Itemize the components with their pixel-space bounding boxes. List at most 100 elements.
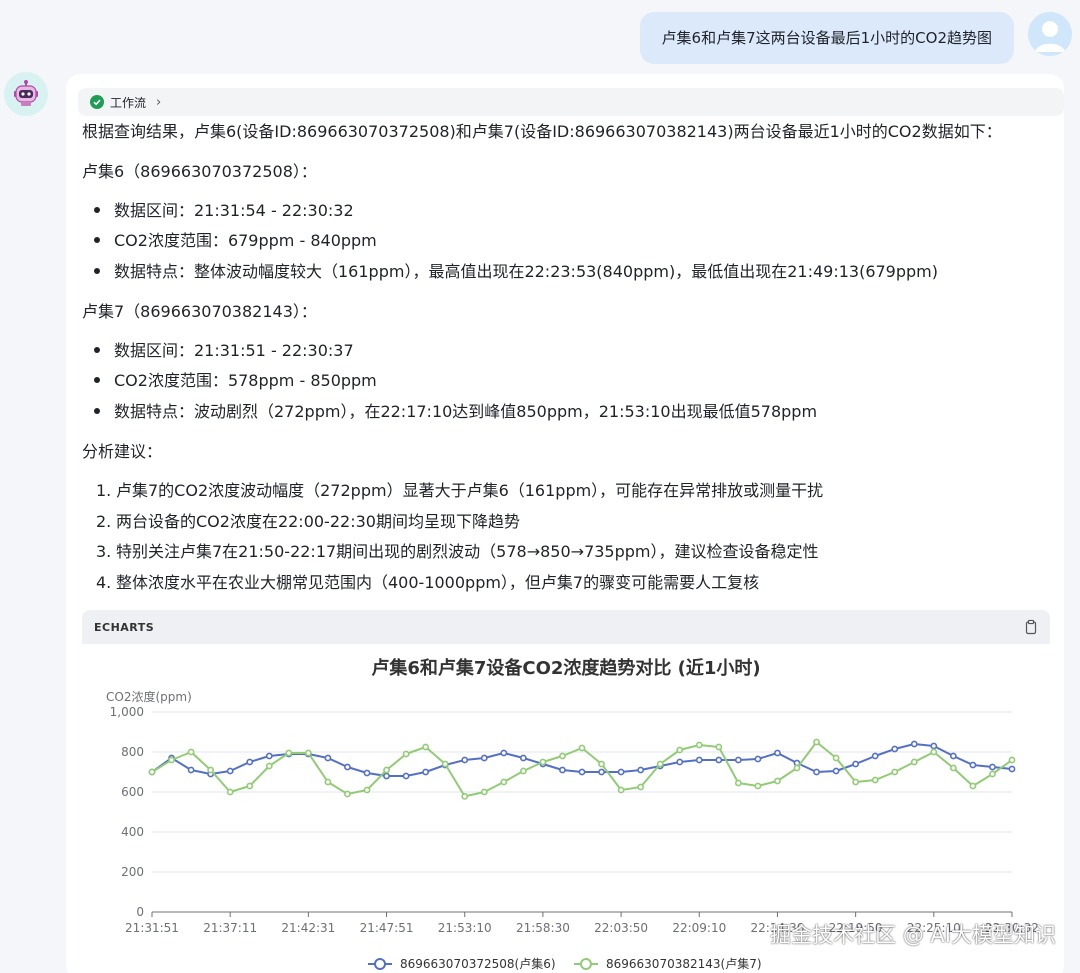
device7-bullet: CO2浓度范围：578ppm - 850ppm (94, 370, 377, 392)
data-point (793, 764, 801, 772)
robot-icon (14, 80, 38, 106)
data-point (480, 788, 488, 796)
y-axis-label: CO2浓度(ppm) (106, 689, 192, 704)
data-point (676, 746, 684, 754)
data-point (500, 778, 508, 786)
x-tick-label: 22:03:50 (594, 921, 648, 935)
copy-icon[interactable] (1024, 619, 1038, 635)
analysis-item: 3. 特别关注卢集7在21:50-22:17期间出现的剧烈波动（578→850→7… (96, 542, 819, 561)
x-tick-label: 21:53:10 (438, 921, 492, 935)
data-point (578, 744, 586, 752)
assistant-answer-card: 工作流 › 根据查询结果，卢集6(设备ID:869663070372508)和卢… (66, 74, 1064, 973)
x-tick-label: 21:42:31 (281, 921, 335, 935)
data-point (422, 743, 430, 751)
user-message-bubble: 卢集6和卢集7这两台设备最后1小时的CO2趋势图 (639, 12, 1014, 64)
analysis-heading: 分析建议： (82, 442, 163, 461)
data-point (187, 766, 195, 774)
data-point (637, 766, 645, 774)
data-point (852, 778, 860, 786)
data-point (832, 754, 840, 762)
data-point (207, 766, 215, 774)
data-point (383, 772, 390, 780)
data-point (813, 768, 820, 776)
x-tick-label: 21:58:30 (516, 921, 570, 935)
x-tick-label: 21:47:51 (360, 921, 414, 935)
data-point (989, 770, 996, 778)
data-point (734, 756, 742, 764)
device7-bullet: 数据特点：波动剧烈（272ppm），在22:17:10达到峰值850ppm，21… (94, 401, 817, 423)
data-point (754, 755, 762, 763)
y-tick-label: 800 (121, 745, 144, 759)
data-point (774, 749, 781, 757)
data-point (480, 754, 488, 762)
device7-bullet: 数据区间：21:31:51 - 22:30:37 (94, 340, 354, 362)
y-tick-label: 0 (136, 905, 144, 919)
data-point (949, 764, 957, 772)
data-point (637, 783, 645, 791)
data-point (226, 767, 234, 775)
data-point (187, 748, 195, 756)
data-point (265, 762, 273, 770)
data-point (324, 754, 332, 762)
data-point (774, 777, 781, 785)
data-point (969, 782, 977, 790)
y-tick-label: 400 (121, 825, 144, 839)
data-point (441, 760, 449, 768)
data-point (989, 763, 996, 771)
workflow-toggle[interactable]: 工作流 › (78, 88, 1064, 116)
answer-intro: 根据查询结果，卢集6(设备ID:869663070372508)和卢集7(设备I… (82, 122, 1002, 141)
data-point (246, 782, 254, 790)
data-point (969, 761, 977, 769)
data-point (168, 756, 175, 764)
device6-bullet: 数据区间：21:31:54 - 22:30:32 (94, 200, 354, 222)
data-point (148, 768, 156, 776)
data-point (910, 758, 918, 766)
legend-label: 869663070382143(卢集7) (606, 956, 762, 971)
data-point (363, 769, 371, 777)
data-point (383, 766, 390, 774)
data-point (715, 743, 723, 751)
y-tick-label: 1,000 (110, 705, 144, 719)
data-point (871, 776, 879, 784)
analysis-item: 1. 卢集7的CO2浓度波动幅度（272ppm）显著大于卢集6（161ppm），可… (96, 481, 824, 500)
data-point (852, 760, 860, 768)
workflow-label: 工作流 (110, 95, 147, 110)
data-point (578, 768, 586, 776)
x-tick-label: 21:37:11 (203, 921, 257, 935)
y-tick-label: 200 (121, 865, 144, 879)
data-point (832, 767, 840, 775)
x-tick-label: 21:31:51 (125, 921, 179, 935)
data-point (500, 749, 508, 757)
data-point (519, 754, 527, 762)
device7-heading: 卢集7（869663070382143）： (82, 302, 317, 321)
data-point (891, 745, 899, 753)
data-point (344, 763, 351, 771)
data-point (715, 756, 723, 764)
user-avatar[interactable] (1028, 12, 1072, 56)
data-point (519, 767, 527, 775)
data-point (734, 779, 742, 787)
data-point (422, 768, 430, 776)
chart-title: 卢集6和卢集7设备CO2浓度趋势对比 (近1小时) (371, 657, 760, 679)
data-point (285, 749, 293, 757)
chevron-right-icon: › (156, 94, 162, 110)
watermark-text: 掘金技术社区 @ AI大模型知识 (770, 923, 1056, 947)
data-point (930, 742, 938, 750)
data-point (695, 741, 703, 749)
user-avatar-icon (1028, 12, 1072, 56)
x-tick-label: 22:09:10 (672, 921, 726, 935)
data-point (891, 768, 899, 776)
data-point (754, 782, 762, 790)
data-point (304, 749, 312, 757)
legend-label: 869663070372508(卢集6) (400, 956, 556, 971)
legend-marker (580, 958, 592, 970)
legend-marker (374, 958, 386, 970)
y-tick-label: 600 (121, 785, 144, 799)
data-point (910, 740, 918, 748)
data-point (598, 760, 605, 768)
data-point (402, 772, 410, 780)
data-point (461, 756, 469, 764)
analysis-item: 2. 两台设备的CO2浓度在22:00-22:30期间均呈现下降趋势 (96, 512, 520, 531)
data-point (402, 750, 410, 758)
data-point (226, 788, 234, 796)
